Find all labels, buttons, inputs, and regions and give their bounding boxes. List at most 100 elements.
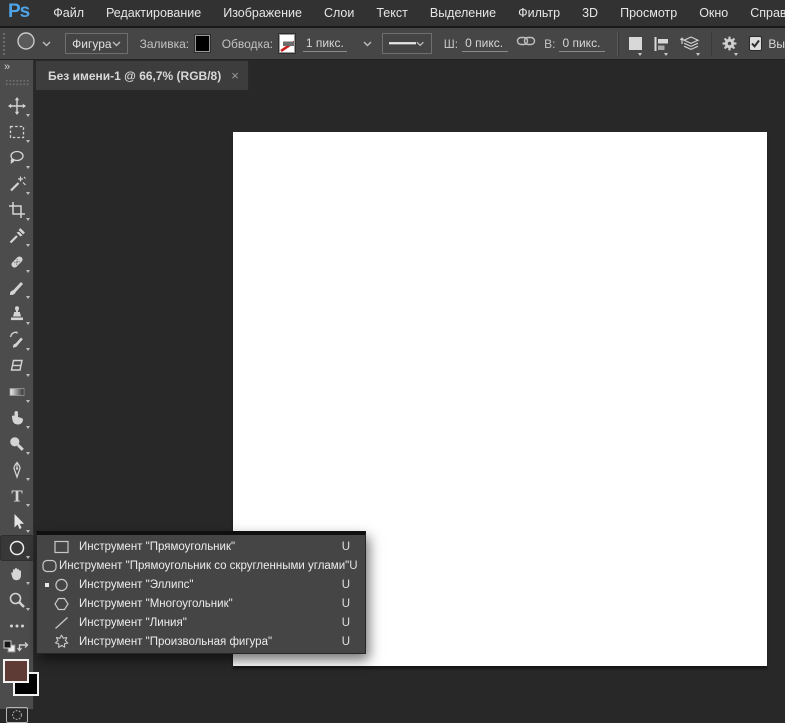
tool-preset-picker[interactable]	[14, 29, 51, 58]
menu-3d[interactable]: 3D	[571, 6, 609, 20]
polygon-tool-icon	[53, 597, 79, 611]
menu-file[interactable]: Файл	[42, 6, 95, 20]
menu-item-ellipse-tool[interactable]: Инструмент "Эллипс" U	[37, 575, 365, 594]
fill-label: Заливка:	[139, 36, 190, 51]
document-tab-title: Без имени-1 @ 66,7% (RGB/8)	[48, 68, 222, 83]
options-separator	[710, 31, 713, 56]
menu-filter[interactable]: Фильтр	[507, 6, 571, 20]
path-operations-button[interactable]	[629, 32, 643, 56]
stroke-color-swatch[interactable]	[278, 33, 296, 54]
menu-item-line-tool[interactable]: Инструмент "Линия" U	[37, 613, 365, 632]
menu-type[interactable]: Текст	[365, 6, 418, 20]
tool-options-bar: Фигура Заливка: Обводка: 1 пикс. Ш: 0 пи…	[0, 28, 785, 60]
swap-colors-icon[interactable]	[16, 640, 31, 658]
tools-panel: » T	[0, 60, 39, 723]
stroke-label: Обводка:	[221, 36, 274, 51]
custom-shape-tool-icon	[53, 634, 79, 649]
align-edges-label: Вы	[768, 36, 785, 51]
move-tool[interactable]	[0, 93, 34, 119]
align-edges-checkbox[interactable]	[749, 36, 763, 51]
foreground-color-swatch[interactable]	[3, 659, 29, 683]
default-colors-icon[interactable]	[3, 640, 16, 658]
menu-help[interactable]: Справка	[739, 6, 785, 20]
no-color-icon	[280, 40, 294, 52]
menu-view[interactable]: Просмотр	[609, 6, 688, 20]
dodge-tool[interactable]	[0, 431, 34, 457]
path-arrangement-button[interactable]	[679, 32, 701, 56]
menu-layers[interactable]: Слои	[313, 6, 365, 20]
gradient-tool[interactable]	[0, 379, 34, 405]
shortcut-key: U	[349, 559, 358, 572]
document-tab[interactable]: Без имени-1 @ 66,7% (RGB/8) ×	[35, 60, 249, 90]
geometry-options-button[interactable]	[720, 32, 739, 56]
stroke-type-select[interactable]	[381, 33, 432, 54]
ellipse-tool-icon	[53, 578, 79, 592]
shortcut-key: U	[341, 597, 350, 610]
crop-tool[interactable]	[0, 197, 34, 223]
menu-item-rounded-rectangle-tool[interactable]: Инструмент "Прямоугольник со скругленным…	[37, 556, 365, 575]
color-swatches	[0, 659, 39, 701]
gear-icon	[722, 36, 737, 51]
quick-selection-tool[interactable]	[0, 171, 34, 197]
smudge-tool[interactable]	[0, 405, 34, 431]
line-tool-icon	[53, 616, 79, 630]
fill-color-swatch[interactable]	[194, 34, 211, 53]
tool-mode-select[interactable]: Фигура	[65, 33, 128, 54]
chevron-down-icon	[42, 41, 51, 47]
layer-stack-icon	[679, 35, 700, 50]
menu-bar: Ps Файл Редактирование Изображение Слои …	[0, 0, 785, 28]
menu-item-polygon-tool[interactable]: Инструмент "Многоугольник" U	[37, 594, 365, 613]
shortcut-key: U	[341, 540, 350, 553]
shape-height-field[interactable]: 0 пикс.	[559, 36, 606, 52]
shape-tools-flyout-menu: Инструмент "Прямоугольник" U Инструмент …	[36, 531, 366, 654]
edit-toolbar-ellipsis[interactable]	[0, 613, 34, 639]
options-separator	[617, 31, 620, 56]
panel-grip[interactable]	[4, 79, 29, 87]
shortcut-key: U	[341, 616, 350, 629]
quick-mask-button[interactable]	[5, 707, 28, 723]
stroke-width-field[interactable]: 1 пикс.	[302, 36, 347, 52]
height-label: В:	[544, 36, 556, 51]
ellipse-preset-icon	[14, 29, 38, 58]
zoom-tool[interactable]	[0, 587, 34, 613]
checkmark-icon	[751, 39, 761, 48]
eraser-tool[interactable]	[0, 353, 34, 379]
width-label: Ш:	[443, 36, 459, 51]
clone-stamp-tool[interactable]	[0, 301, 34, 327]
rectangular-marquee-tool[interactable]	[0, 119, 34, 145]
menu-image[interactable]: Изображение	[212, 6, 313, 20]
hand-tool[interactable]	[0, 561, 34, 587]
shortcut-key: U	[341, 578, 350, 591]
shape-combine-icon	[629, 37, 643, 50]
chevron-down-icon	[416, 41, 425, 46]
pen-tool[interactable]	[0, 457, 34, 483]
shape-width-field[interactable]: 0 пикс.	[462, 36, 509, 52]
svg-text:T: T	[11, 487, 23, 506]
options-bar-grip[interactable]	[1, 30, 7, 57]
path-alignment-button[interactable]	[653, 32, 669, 56]
spot-healing-brush-tool[interactable]	[0, 249, 34, 275]
brush-tool[interactable]	[0, 275, 34, 301]
history-brush-tool[interactable]	[0, 327, 34, 353]
shortcut-key: U	[341, 635, 350, 648]
menu-item-rectangle-tool[interactable]: Инструмент "Прямоугольник" U	[37, 537, 365, 556]
document-tab-bar: Без имени-1 @ 66,7% (RGB/8) ×	[34, 60, 785, 90]
path-selection-tool[interactable]	[0, 509, 34, 535]
menu-edit[interactable]: Редактирование	[95, 6, 212, 20]
chevron-down-icon	[112, 41, 121, 46]
eyedropper-tool[interactable]	[0, 223, 34, 249]
menu-window[interactable]: Окно	[688, 6, 739, 20]
type-tool[interactable]: T	[0, 483, 34, 509]
menu-select[interactable]: Выделение	[419, 6, 507, 20]
menu-item-custom-shape-tool[interactable]: Инструмент "Произвольная фигура" U	[37, 632, 365, 651]
link-dimensions-icon[interactable]	[516, 32, 536, 55]
lasso-tool[interactable]	[0, 145, 34, 171]
solid-line-icon	[388, 42, 417, 45]
tab-close-icon[interactable]: ×	[231, 69, 239, 82]
ellipse-tool[interactable]	[0, 535, 34, 561]
photoshop-logo: Ps	[8, 1, 30, 22]
collapse-panel-button[interactable]: »	[0, 60, 33, 75]
stroke-width-chevron-icon[interactable]	[363, 41, 372, 47]
active-tool-marker	[37, 582, 53, 587]
rounded-rectangle-tool-icon	[41, 559, 59, 573]
